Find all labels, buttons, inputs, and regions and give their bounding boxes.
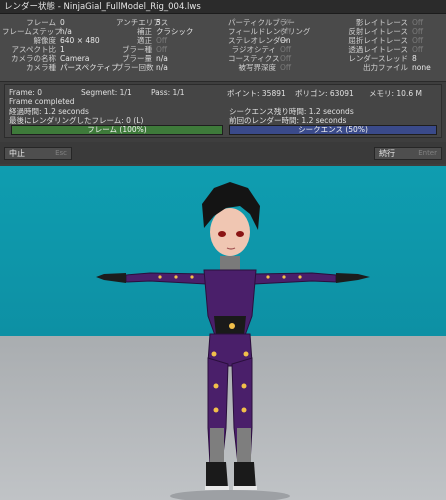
render-progress-panel: Frame: 0 Segment: 1/1 Pass: 1/1 ポイント: 35… xyxy=(4,84,442,138)
character-right-eye xyxy=(236,231,244,237)
stat-row: カメラ種 パースペクティブ xyxy=(26,63,119,72)
memory-usage: メモリ: 10.6 M xyxy=(369,89,422,98)
stat-row: 反射レイトレース Off xyxy=(348,27,424,36)
segment-counter: Segment: 1/1 xyxy=(81,88,132,97)
stat-row: フレーム 0 xyxy=(26,18,65,27)
stat-row: 被写界深度 Off xyxy=(238,63,292,72)
window-title: レンダー状態 - NinjaGial_FullModel_Rig_004.lws xyxy=(4,2,201,12)
stat-row: アンチエリアス5 xyxy=(116,18,169,27)
points-count: ポイント: 35891 xyxy=(227,89,286,98)
character-left-shoe xyxy=(206,462,228,490)
character-left-arm xyxy=(125,272,207,285)
stats-column-3: パーティクルブラーOff フィールドレンダリングOff ステレオレンダーOn ラ… xyxy=(228,18,311,72)
character-left-glove xyxy=(96,273,126,283)
stat-row: 解像度 640 × 480 xyxy=(33,36,100,45)
frame-progress-label: フレーム (100%) xyxy=(87,125,147,134)
stat-row: ブラー回数 n/a xyxy=(116,63,168,72)
character-shadow xyxy=(170,490,290,500)
sequence-progress-bar: シークエンス (50%) xyxy=(229,125,437,135)
stat-row: 屈折レイトレース Off xyxy=(348,36,424,45)
stat-row: パーティクルブラーOff xyxy=(228,18,295,27)
stat-row: カメラの名称 Camera xyxy=(11,54,90,63)
abort-shortcut: Esc xyxy=(55,149,67,157)
character-right-sole xyxy=(233,486,257,490)
character-left-eye xyxy=(218,231,226,237)
character-left-shin xyxy=(210,428,224,464)
character-right-arm xyxy=(253,272,337,285)
stats-column-1: フレーム 0 フレームステップn/a 解像度 640 × 480 アスペクト比 1 カ… xyxy=(2,18,119,72)
render-stats-panel: フレーム 0 フレームステップn/a 解像度 640 × 480 アスペクト比 1 カ… xyxy=(0,14,446,82)
character-right-glove xyxy=(336,273,370,283)
continue-shortcut: Enter xyxy=(418,149,437,157)
stat-row: フレームステップn/a xyxy=(2,27,72,36)
button-row: 中止 Esc 続行 Enter xyxy=(0,142,446,164)
render-viewport xyxy=(0,166,446,500)
sequence-progress-label: シークエンス (50%) xyxy=(298,125,368,134)
character-render-image xyxy=(96,182,370,500)
frame-progress-bar: フレーム (100%) xyxy=(11,125,223,135)
stat-row: 影レイトレース Off xyxy=(355,18,424,27)
stat-row: 適正 Off xyxy=(137,36,168,45)
window-titlebar: レンダー状態 - NinjaGial_FullModel_Rig_004.lws xyxy=(0,0,446,14)
stat-row: ラジオシティ Off xyxy=(231,45,292,54)
render-status: Frame completed xyxy=(9,97,75,106)
stat-row: ステレオレンダーOn xyxy=(228,36,291,45)
continue-button-label: 続行 xyxy=(379,149,395,158)
continue-button[interactable]: 続行 Enter xyxy=(374,147,442,160)
stat-row: 補正 クラシック xyxy=(137,27,194,36)
character-left-sole xyxy=(205,486,229,490)
stat-row: コースティクスOff xyxy=(228,54,292,63)
abort-button-label: 中止 xyxy=(9,149,25,158)
stat-row: ブラー種 Off xyxy=(122,45,168,54)
character-right-shin xyxy=(237,428,251,464)
stat-row: フィールドレンダリングOff xyxy=(228,27,311,36)
stat-row: レンダースレッド 8 xyxy=(348,54,417,63)
stats-column-4: 影レイトレース Off 反射レイトレース Off 屈折レイトレース Off 透過レイト… xyxy=(336,18,431,72)
stat-row: ブラー量 n/a xyxy=(122,54,168,63)
stat-row: アスペクト比 1 xyxy=(11,45,65,54)
stat-row: 透過レイトレース Off xyxy=(348,45,424,54)
character-right-shoe xyxy=(234,462,256,490)
polygons-count: ポリゴン: 63091 xyxy=(295,89,354,98)
stats-column-2: アンチエリアス5 補正 クラシック 適正 Off ブラー種 Off ブラー量 n/a ブ… xyxy=(116,18,193,72)
pass-counter: Pass: 1/1 xyxy=(151,88,185,97)
frame-counter: Frame: 0 xyxy=(9,88,43,97)
stat-row: 出力ファイル none xyxy=(363,63,431,72)
abort-button[interactable]: 中止 Esc xyxy=(4,147,72,160)
